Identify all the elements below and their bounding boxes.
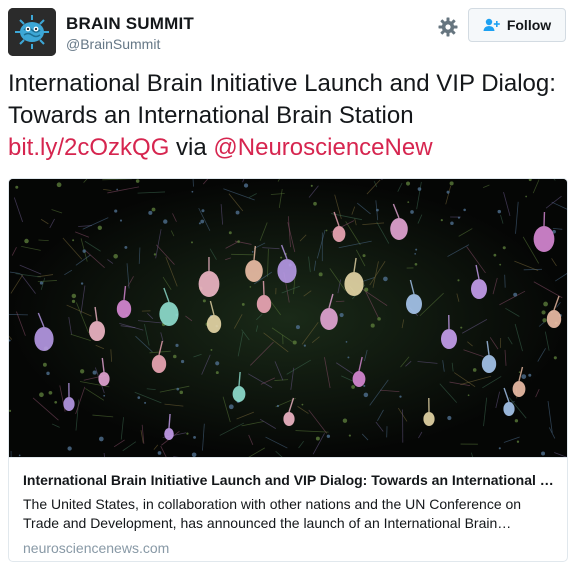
- card-domain: neurosciencenews.com: [23, 540, 170, 556]
- tweet-text: International Brain Initiative Launch an…: [8, 68, 570, 164]
- via-text: via: [176, 134, 207, 161]
- gear-icon[interactable]: [438, 17, 458, 37]
- brain-summit-avatar[interactable]: [8, 8, 56, 56]
- tweet-link[interactable]: bit.ly/2cOzkQG: [8, 134, 169, 161]
- mention-link[interactable]: @NeuroscienceNew: [213, 134, 432, 161]
- add-user-icon: [483, 18, 500, 31]
- follow-label: Follow: [506, 17, 552, 33]
- tweet-body: International Brain Initiative Launch an…: [8, 70, 556, 129]
- follow-button[interactable]: Follow: [468, 8, 566, 42]
- card-image[interactable]: [9, 179, 567, 480]
- account-handle[interactable]: @BrainSummit: [66, 36, 160, 52]
- neurons-image: [9, 179, 567, 480]
- brain-logo-icon: [8, 8, 56, 56]
- card-description: The United States, in collaboration with…: [23, 496, 522, 531]
- account-name[interactable]: BRAIN SUMMIT: [66, 14, 194, 34]
- link-card[interactable]: International Brain Initiative Launch an…: [8, 178, 568, 562]
- card-title[interactable]: International Brain Initiative Launch an…: [23, 472, 555, 488]
- card-body: International Brain Initiative Launch an…: [9, 457, 567, 561]
- tweet-header: BRAIN SUMMIT @BrainSummit Follow: [8, 8, 568, 56]
